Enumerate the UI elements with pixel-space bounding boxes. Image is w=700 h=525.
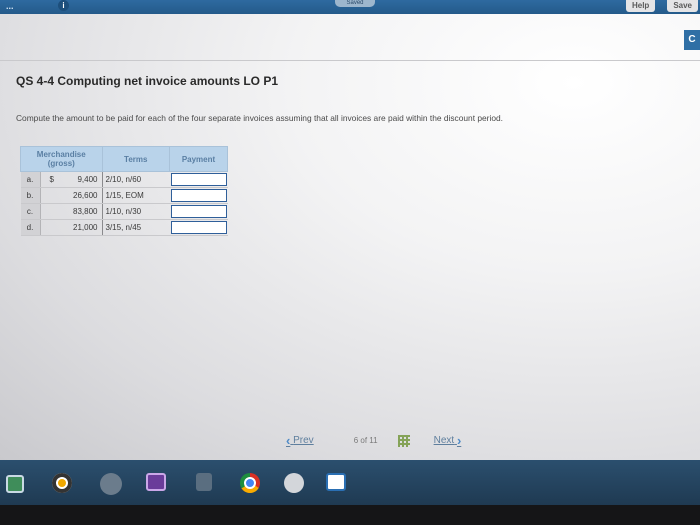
row-letter: b. bbox=[20, 187, 41, 204]
row-payment-cell bbox=[169, 219, 228, 236]
help-button[interactable]: Help bbox=[625, 0, 656, 12]
chevron-right-icon: › bbox=[456, 433, 462, 448]
next-label: Next bbox=[433, 435, 455, 446]
payment-input-b[interactable] bbox=[170, 189, 227, 202]
row-terms: 3/15, n/45 bbox=[102, 219, 170, 236]
device-bezel bbox=[0, 505, 700, 525]
payment-input-d[interactable] bbox=[170, 221, 227, 234]
save-exit-button[interactable]: Save bbox=[667, 0, 698, 12]
header-payment: Payment bbox=[169, 146, 228, 172]
row-terms: 1/15, EOM bbox=[102, 187, 170, 204]
side-panel-button[interactable]: C bbox=[684, 30, 700, 50]
row-amount: 26,600 bbox=[40, 187, 103, 204]
table-row: a. $9,400 2/10, n/60 bbox=[20, 171, 228, 188]
row-payment-cell bbox=[169, 171, 228, 188]
row-terms: 1/10, n/30 bbox=[102, 203, 170, 220]
hand-icon[interactable] bbox=[196, 473, 212, 491]
grid-icon[interactable] bbox=[397, 434, 410, 447]
row-amount: 83,800 bbox=[40, 203, 103, 220]
row-letter: d. bbox=[20, 219, 41, 236]
saved-status: Saved bbox=[335, 0, 375, 7]
music-icon[interactable] bbox=[284, 473, 304, 493]
chrome-icon[interactable] bbox=[240, 473, 260, 493]
monitor-icon[interactable] bbox=[146, 473, 166, 491]
topbar-actions: Help Save bbox=[625, 0, 700, 12]
info-icon[interactable]: i bbox=[58, 0, 69, 11]
header-divider bbox=[0, 60, 700, 61]
store-icon[interactable] bbox=[6, 475, 24, 493]
next-button[interactable]: Next › bbox=[434, 433, 462, 448]
page-counter: 6 of 11 bbox=[354, 436, 378, 445]
payment-input-a[interactable] bbox=[170, 173, 227, 186]
question-instructions: Compute the amount to be paid for each o… bbox=[16, 113, 503, 123]
row-payment-cell bbox=[169, 187, 228, 204]
page-of: of bbox=[360, 436, 368, 445]
browser-screen: ... i Saved Help Save C QS 4-4 Computing… bbox=[0, 0, 700, 460]
row-terms: 2/10, n/60 bbox=[102, 171, 170, 188]
row-amount: 21,000 bbox=[40, 219, 103, 236]
header-merchandise-line2: (gross) bbox=[47, 159, 75, 168]
row-payment-cell bbox=[169, 203, 228, 220]
table-header-row: Merchandise (gross) Terms Payment bbox=[20, 146, 228, 172]
os-taskbar bbox=[0, 460, 700, 505]
header-merchandise: Merchandise (gross) bbox=[20, 146, 103, 172]
header-merchandise-line1: Merchandise bbox=[36, 150, 86, 159]
row-amount: $9,400 bbox=[40, 171, 103, 188]
pagination: ‹ Prev 6 of 11 Next › bbox=[286, 433, 461, 448]
page-total: 11 bbox=[369, 436, 378, 445]
mail-icon[interactable] bbox=[326, 473, 346, 491]
chevron-left-icon: ‹ bbox=[286, 433, 291, 448]
table-row: b. 26,600 1/15, EOM bbox=[20, 187, 228, 204]
topbar-left-text: ... bbox=[6, 1, 14, 11]
table-row: d. 21,000 3/15, n/45 bbox=[20, 219, 228, 236]
media-icon[interactable] bbox=[52, 473, 72, 493]
question-title: QS 4-4 Computing net invoice amounts LO … bbox=[16, 74, 279, 88]
invoice-table: Merchandise (gross) Terms Payment a. $9,… bbox=[20, 146, 228, 236]
header-terms: Terms bbox=[101, 146, 170, 172]
payment-input-c[interactable] bbox=[170, 205, 227, 218]
prev-label: Prev bbox=[293, 435, 314, 446]
prev-button[interactable]: ‹ Prev bbox=[286, 433, 314, 448]
page-current: 6 bbox=[353, 436, 359, 445]
amount-value: 9,400 bbox=[77, 175, 98, 184]
row-letter: c. bbox=[20, 203, 41, 220]
row-letter: a. bbox=[20, 171, 41, 188]
currency-symbol: $ bbox=[49, 175, 54, 184]
app-topbar: ... i Saved Help Save bbox=[0, 0, 700, 14]
hp-icon[interactable] bbox=[100, 473, 122, 495]
table-row: c. 83,800 1/10, n/30 bbox=[20, 203, 228, 220]
